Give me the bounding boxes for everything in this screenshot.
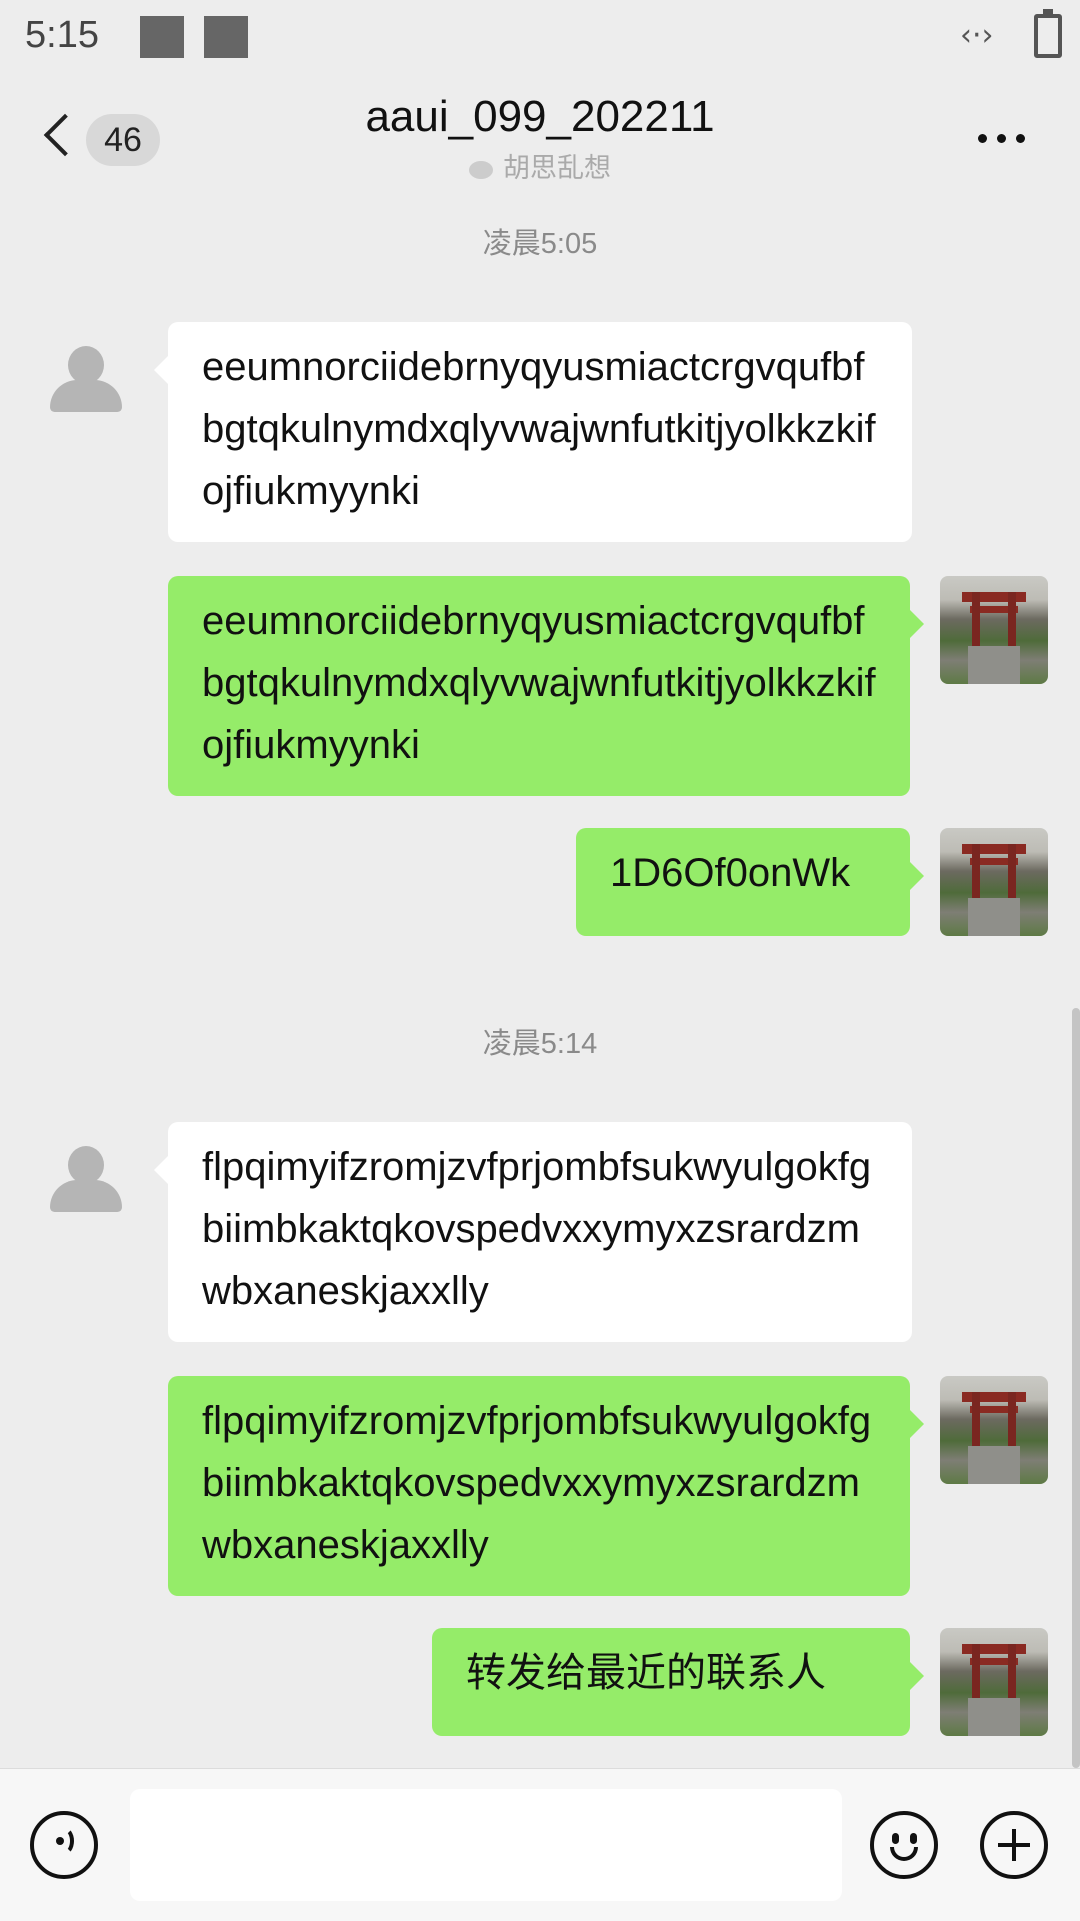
self-avatar[interactable] [940, 1628, 1048, 1736]
status-bubble-icon [469, 160, 493, 179]
message-timestamp: 凌晨5:05 [482, 228, 598, 260]
outgoing-message[interactable]: 1D6Of0onWk [576, 828, 924, 936]
self-avatar[interactable] [940, 828, 1048, 936]
more-functions-button[interactable] [980, 1811, 1048, 1879]
battery-icon [1034, 9, 1062, 58]
status-bar: 5:15 ‹·› [0, 0, 1080, 80]
status-time: 5:15 [25, 14, 99, 56]
contact-avatar[interactable] [48, 1146, 124, 1222]
contact-avatar[interactable] [48, 346, 124, 422]
notification-icon [204, 16, 248, 58]
scrollbar[interactable] [1072, 1008, 1080, 1768]
incoming-message[interactable]: eeumnorciidebrnyqyusmiactcrgvqufbfbgtqku… [154, 322, 912, 542]
voice-input-button[interactable] [30, 1811, 98, 1879]
outgoing-message[interactable]: 转发给最近的联系人 [432, 1628, 924, 1736]
message-input[interactable] [130, 1789, 842, 1901]
chat-subtitle: 胡思乱想 [0, 146, 1080, 185]
data-transfer-icon: ‹·› [960, 18, 994, 53]
notification-icon [140, 16, 184, 58]
incoming-message[interactable]: flpqimyifzromjzvfprjombfsukwyulgokfgbiim… [154, 1122, 912, 1342]
chat-status-text: 胡思乱想 [503, 153, 611, 183]
emoji-button[interactable] [870, 1811, 938, 1879]
message-timestamp: 凌晨5:14 [482, 1028, 598, 1060]
input-bar [0, 1768, 1080, 1921]
chat-title: aaui_099_202211 [365, 92, 715, 141]
self-avatar[interactable] [940, 576, 1048, 684]
chat-header: 46 aaui_099_202211 胡思乱想 [0, 80, 1080, 190]
outgoing-message[interactable]: eeumnorciidebrnyqyusmiactcrgvqufbfbgtqku… [168, 576, 924, 796]
self-avatar[interactable] [940, 1376, 1048, 1484]
outgoing-message[interactable]: flpqimyifzromjzvfprjombfsukwyulgokfgbiim… [168, 1376, 924, 1596]
more-options-button[interactable] [972, 124, 1032, 154]
